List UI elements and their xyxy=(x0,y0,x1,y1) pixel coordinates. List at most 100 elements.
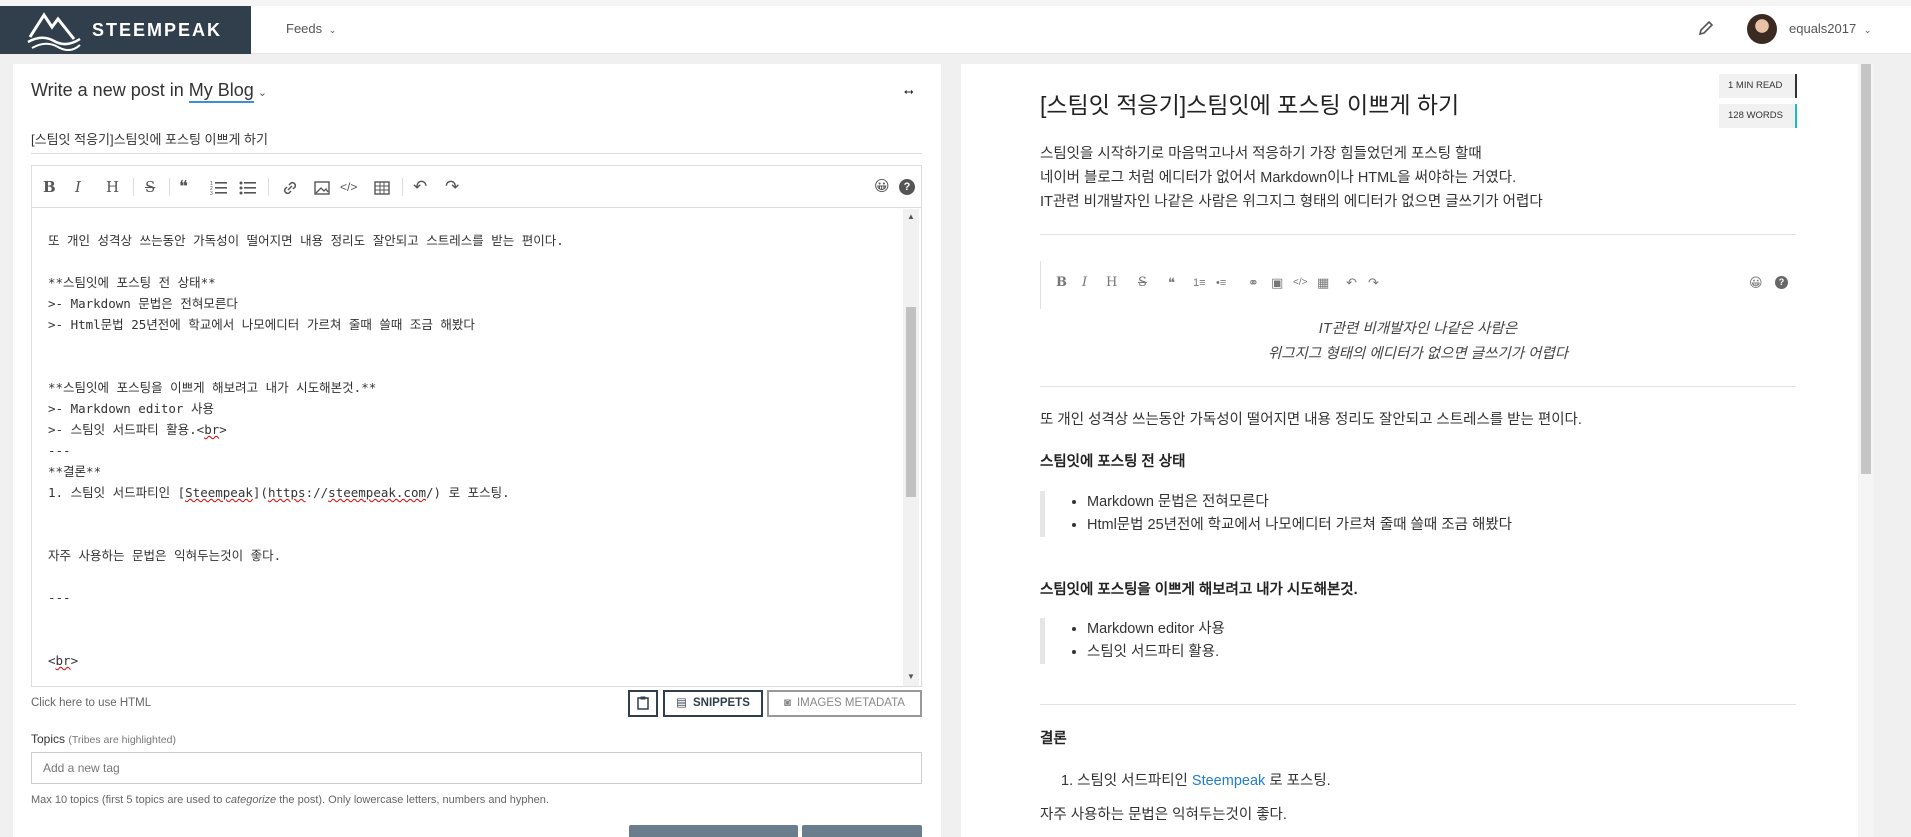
code-line: --- xyxy=(48,443,71,458)
heading-icon[interactable]: H xyxy=(106,177,119,197)
code-line: <br> xyxy=(48,653,79,668)
editor-panel: Write a new post in My Blog ⌄ ⭤ B I H S ❝… xyxy=(13,64,941,837)
preview-heading: 결론 xyxy=(1040,731,1067,747)
html-toggle-link[interactable]: Click here to use HTML xyxy=(31,697,151,709)
feeds-label: Feeds xyxy=(286,21,323,36)
table-icon[interactable] xyxy=(373,178,391,198)
scrollbar-thumb[interactable] xyxy=(1861,64,1871,474)
list-item: Markdown 문법은 전혀모른다 xyxy=(1087,491,1796,514)
list-item: Markdown editor 사용 xyxy=(1087,618,1796,641)
toolbar-divider xyxy=(133,178,134,196)
code-line: >- Html문법 25년전에 학교에서 나모에디터 가르쳐 줄때 쓸때 조금 … xyxy=(48,317,475,332)
quote-icon[interactable]: ❝ xyxy=(179,177,188,197)
quote-icon: ❝ xyxy=(1168,275,1175,290)
preview-heading: 스팀잇에 포스팅을 이쁘게 해보려고 내가 시도해본것. xyxy=(1040,582,1358,598)
strikethrough-icon[interactable]: S xyxy=(145,177,155,197)
divider xyxy=(1040,386,1796,387)
code-line: >- 스팀잇 서드파티 활용.<br> xyxy=(48,422,227,437)
preview-blockquote-list: Markdown 문법은 전혀모른다 Html문법 25년전에 학교에서 나모에… xyxy=(1040,491,1796,537)
topics-title: Topics xyxy=(31,732,66,746)
code-line: ​ xyxy=(48,209,874,230)
preview-paragraph: 자주 사용하는 문법은 익혀두는것이 좋다. xyxy=(1040,807,1287,823)
code-line: **결론** xyxy=(48,464,102,479)
publish-button[interactable] xyxy=(629,825,798,837)
code-line: >- Markdown 문법은 전혀모른다 xyxy=(48,296,238,311)
clipboard-icon xyxy=(637,696,649,710)
preview-ordered-item: 1. 스팀잇 서드파티인 Steempeak 로 포스팅. xyxy=(1061,769,1331,790)
italic-icon[interactable]: I xyxy=(75,177,81,197)
unordered-list-icon: •≡ xyxy=(1216,277,1227,289)
preview-heading: 스팀잇에 포스팅 전 상태 xyxy=(1040,454,1186,470)
post-title-input[interactable] xyxy=(31,124,922,154)
ordered-item-text: 1. 스팀잇 서드파티인 xyxy=(1061,773,1192,789)
unordered-list-icon[interactable] xyxy=(239,178,257,198)
snippets-icon: ▤ xyxy=(676,697,687,709)
scrollbar-thumb[interactable] xyxy=(906,307,916,497)
code-line: ​ xyxy=(48,608,874,629)
emoji-icon: 😀 xyxy=(1749,275,1763,290)
editor-toolbar: B I H S ❝ 123 </> ↶ ↷ 😀 ? xyxy=(32,166,921,208)
code-line: ​ xyxy=(48,524,874,545)
undo-icon[interactable]: ↶ xyxy=(413,177,427,197)
undo-icon: ↶ xyxy=(1346,275,1357,290)
code-line: ​ xyxy=(48,566,874,587)
scroll-down-icon[interactable]: ▼ xyxy=(907,672,915,681)
mountain-logo-icon xyxy=(27,12,81,51)
code-line: 1. 스팀잇 서드파티인 [Steempeak](https://steempe… xyxy=(48,485,510,500)
pencil-icon[interactable] xyxy=(1697,19,1715,37)
ordered-list-icon: 1≡ xyxy=(1193,277,1206,289)
preview-scrollbar[interactable] xyxy=(1858,64,1874,837)
editor-scrollbar[interactable]: ▲ ▼ xyxy=(903,209,919,686)
steempeak-link[interactable]: Steempeak xyxy=(1192,773,1265,789)
tag-input[interactable] xyxy=(31,752,922,784)
snippets-button[interactable]: ▤ SNIPPETS xyxy=(663,690,763,717)
code-line: ​ xyxy=(48,503,874,524)
top-navbar: STEEMPEAK Feeds ⌄ equals2017 ⌄ xyxy=(0,0,1911,54)
preview-blockquote-list: Markdown editor 사용 스팀잇 서드파티 활용. xyxy=(1040,618,1796,664)
topics-note-text: Max 10 topics (first 5 topics are used t… xyxy=(31,794,226,806)
code-line: ​ xyxy=(48,629,874,650)
username-label: equals2017 xyxy=(1789,21,1857,36)
intro-line: IT관련 비개발자인 나같은 사람은 위그지그 형태의 에디터가 없으면 글쓰기… xyxy=(1040,194,1543,210)
redo-icon: ↷ xyxy=(1368,275,1379,290)
code-line: 또 개인 성격상 쓰는동안 가독성이 떨어지면 내용 정리도 잘안되고 스트레스… xyxy=(48,233,564,248)
list-item: 스팀잇 서드파티 활용. xyxy=(1087,641,1796,664)
word-count-badge: 128 WORDS xyxy=(1719,104,1797,128)
code-icon: </> xyxy=(1293,277,1308,288)
preview-intro: 스팀잇을 시작하기로 마음먹고나서 적응하기 가장 힘들었던게 포스팅 할때 네… xyxy=(1040,142,1543,214)
settings-button[interactable] xyxy=(802,825,922,837)
toolbar-divider xyxy=(402,178,403,196)
expand-icon[interactable]: ⭤ xyxy=(904,84,914,99)
heading-prefix: Write a new post in xyxy=(31,80,184,100)
topics-note-text-end: the post). Only lowercase letters, numbe… xyxy=(276,794,549,806)
bold-icon[interactable]: B xyxy=(43,177,56,197)
redo-icon[interactable]: ↷ xyxy=(445,177,459,197)
link-icon[interactable] xyxy=(281,178,299,198)
help-icon[interactable]: ? xyxy=(899,179,915,195)
emoji-icon[interactable]: 😀 xyxy=(874,177,890,197)
topics-note-emphasis: categorize xyxy=(225,794,277,806)
brand-name: STEEMPEAK xyxy=(92,20,223,40)
brand-logo-area[interactable]: STEEMPEAK xyxy=(0,6,251,54)
avatar[interactable] xyxy=(1747,14,1777,44)
help-icon: ? xyxy=(1775,276,1788,289)
user-menu[interactable]: equals2017 ⌄ xyxy=(1789,21,1871,36)
markdown-textarea[interactable]: ​ 또 개인 성격상 쓰는동안 가독성이 떨어지면 내용 정리도 잘안되고 스트레… xyxy=(32,209,890,686)
chevron-down-icon: ⌄ xyxy=(328,25,337,35)
chevron-down-icon: ⌄ xyxy=(1863,25,1872,35)
code-line: ​ xyxy=(48,356,874,377)
blog-selector[interactable]: My Blog xyxy=(188,80,254,103)
images-metadata-button[interactable]: ◙ IMAGES METADATA xyxy=(767,690,922,717)
code-icon[interactable]: </> xyxy=(340,177,357,197)
chevron-down-icon[interactable]: ⌄ xyxy=(258,87,267,99)
code-line: >- Markdown editor 사용 xyxy=(48,401,214,416)
ordered-list-icon[interactable]: 123 xyxy=(210,178,228,198)
image-icon[interactable] xyxy=(313,178,331,198)
clipboard-button[interactable] xyxy=(628,690,658,717)
divider xyxy=(1040,704,1796,705)
feeds-menu[interactable]: Feeds ⌄ xyxy=(286,21,336,36)
divider xyxy=(1040,234,1796,235)
scroll-up-icon[interactable]: ▲ xyxy=(907,212,915,221)
bold-icon: B xyxy=(1056,275,1067,290)
intro-line: 스팀잇을 시작하기로 마음먹고나서 적응하기 가장 힘들었던게 포스팅 할때 xyxy=(1040,146,1482,162)
